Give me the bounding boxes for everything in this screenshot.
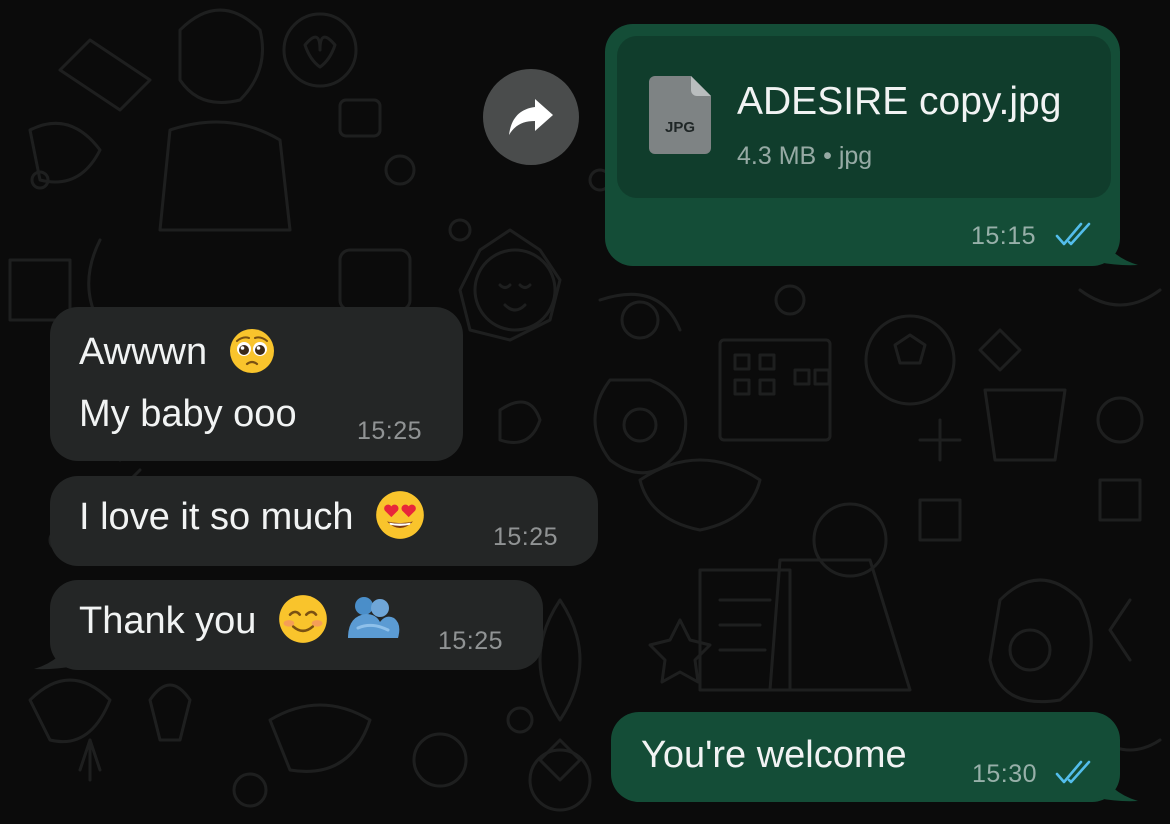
message-text: Thank you — [79, 600, 257, 642]
message-line-1: Awwwn — [79, 331, 208, 373]
bubble-tail — [34, 634, 74, 670]
message-line-2: My baby ooo — [79, 393, 297, 435]
people-hugging-emoji — [347, 596, 399, 638]
double-check-icon — [1055, 760, 1091, 784]
incoming-message[interactable]: I love it so much 15:25 — [50, 476, 598, 566]
message-time: 15:15 — [971, 222, 1037, 250]
forward-arrow-icon — [509, 99, 553, 135]
message-text: I love it so much — [79, 496, 354, 538]
bubble-tail — [1098, 766, 1138, 802]
message-time: 15:25 — [438, 627, 504, 655]
incoming-message[interactable]: Thank you 15:25 — [50, 580, 543, 670]
bubble-tail — [1098, 230, 1138, 266]
message-time: 15:25 — [357, 417, 423, 445]
heart-eyes-emoji — [376, 491, 424, 539]
file-meta: 4.3 MB • jpg — [737, 142, 873, 170]
jpg-file-icon: JPG — [649, 76, 711, 154]
file-type-label: JPG — [665, 119, 695, 136]
forward-button[interactable] — [483, 69, 579, 165]
incoming-message[interactable]: Awwwn My baby ooo 15:25 — [50, 307, 463, 461]
double-check-icon — [1055, 222, 1091, 246]
message-time: 15:30 — [972, 760, 1038, 788]
outgoing-file-message[interactable]: JPG ADESIRE copy.jpg 4.3 MB • jpg 15:15 — [605, 24, 1120, 266]
message-text: You're welcome — [641, 734, 907, 776]
message-time: 15:25 — [493, 523, 559, 551]
outgoing-message[interactable]: You're welcome 15:30 — [611, 712, 1120, 802]
file-name: ADESIRE copy.jpg — [737, 80, 1062, 123]
file-attachment-card[interactable]: JPG ADESIRE copy.jpg 4.3 MB • jpg — [617, 36, 1111, 198]
smiling-face-emoji — [279, 595, 327, 643]
pleading-face-emoji — [229, 328, 274, 373]
